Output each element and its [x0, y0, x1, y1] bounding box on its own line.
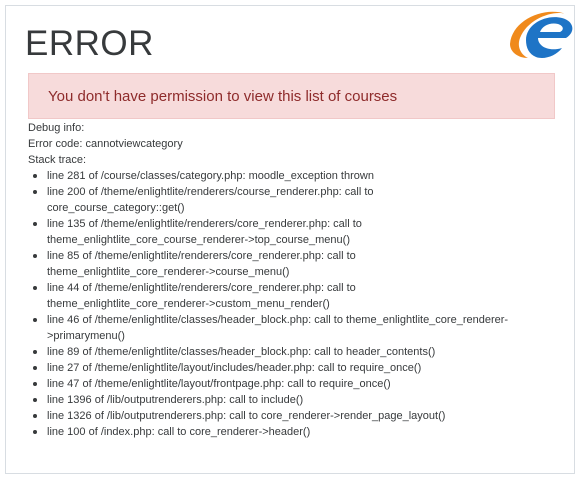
stack-trace-item: line 47 of /theme/enlightlite/layout/fro…: [28, 376, 563, 392]
stack-trace-label: Stack trace:: [28, 154, 87, 166]
stack-trace-item: line 1396 of /lib/outputrenderers.php: c…: [28, 392, 563, 408]
stack-trace-item: line 100 of /index.php: call to core_ren…: [28, 424, 563, 440]
stack-trace-item: line 135 of /theme/enlightlite/renderers…: [28, 216, 563, 248]
stack-trace-list: line 281 of /course/classes/category.php…: [28, 168, 563, 440]
debug-info: Debug info: Error code: cannotviewcatego…: [28, 120, 563, 440]
stack-trace-item: line 27 of /theme/enlightlite/layout/inc…: [28, 360, 563, 376]
stack-trace-item: line 200 of /theme/enlightlite/renderers…: [28, 184, 563, 216]
stack-trace-item: line 44 of /theme/enlightlite/renderers/…: [28, 280, 563, 312]
page-title: ERROR: [25, 24, 154, 63]
stack-trace-item: line 281 of /course/classes/category.php…: [28, 168, 563, 184]
stack-trace-item: line 89 of /theme/enlightlite/classes/he…: [28, 344, 563, 360]
error-code: Error code: cannotviewcategory: [28, 138, 183, 150]
stack-trace-item: line 1326 of /lib/outputrenderers.php: c…: [28, 408, 563, 424]
stack-trace-item: line 85 of /theme/enlightlite/renderers/…: [28, 248, 563, 280]
error-alert: You don't have permission to view this l…: [28, 73, 555, 119]
error-message: You don't have permission to view this l…: [48, 88, 398, 105]
stack-trace-item: line 46 of /theme/enlightlite/classes/he…: [28, 312, 563, 344]
debug-info-label: Debug info:: [28, 122, 85, 134]
enlightlite-logo-icon: [510, 11, 573, 58]
